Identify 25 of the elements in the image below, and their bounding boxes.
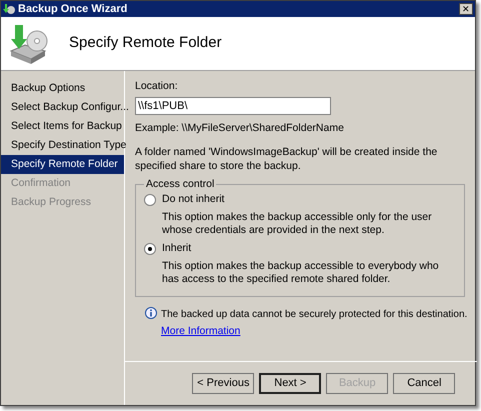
wizard-step[interactable]: Specify Remote Folder	[1, 155, 124, 174]
radio-button[interactable]	[144, 194, 156, 206]
group-title: Access control	[145, 176, 216, 192]
wizard-step[interactable]: Specify Destination Type	[1, 136, 124, 155]
more-information-link[interactable]: More Information	[161, 324, 240, 340]
wizard-step[interactable]: Backup Options	[1, 79, 124, 98]
wizard-button[interactable]: Cancel	[393, 373, 456, 394]
info-icon	[145, 306, 157, 319]
location-field[interactable]: \\fs1\PUB\	[135, 96, 331, 115]
wizard-button[interactable]: Next >	[259, 373, 322, 394]
option-description: This option makes the backup accessible to everybody who has access to the specified remote shared folder.	[161, 260, 440, 286]
radio-label[interactable]: Inherit	[162, 241, 192, 257]
option-description: This option makes the backup accessible only for the user whose credentials are provided in the next step.	[161, 211, 433, 237]
radio-label[interactable]: Do not inherit	[162, 192, 224, 208]
info-message: The backed up data cannot be securely protected for this destination.	[161, 308, 468, 322]
window-title: Backup Once Wizard	[18, 2, 128, 17]
folder-note: A folder named 'WindowsImageBackup' will be created inside the specified share to store the backup.	[135, 144, 438, 172]
example-text: Example: \\MyFileServer\SharedFolderName	[135, 120, 345, 136]
close-button[interactable]: ✕	[459, 3, 473, 15]
radio-button[interactable]	[144, 242, 156, 255]
location-label: Location:	[135, 79, 179, 94]
wizard-step[interactable]: Select Items for Backup	[1, 117, 124, 136]
page-heading: Specify Remote Folder	[69, 33, 222, 54]
backup-app-icon	[3, 3, 15, 15]
wizard-button[interactable]: < Previous	[192, 373, 254, 394]
